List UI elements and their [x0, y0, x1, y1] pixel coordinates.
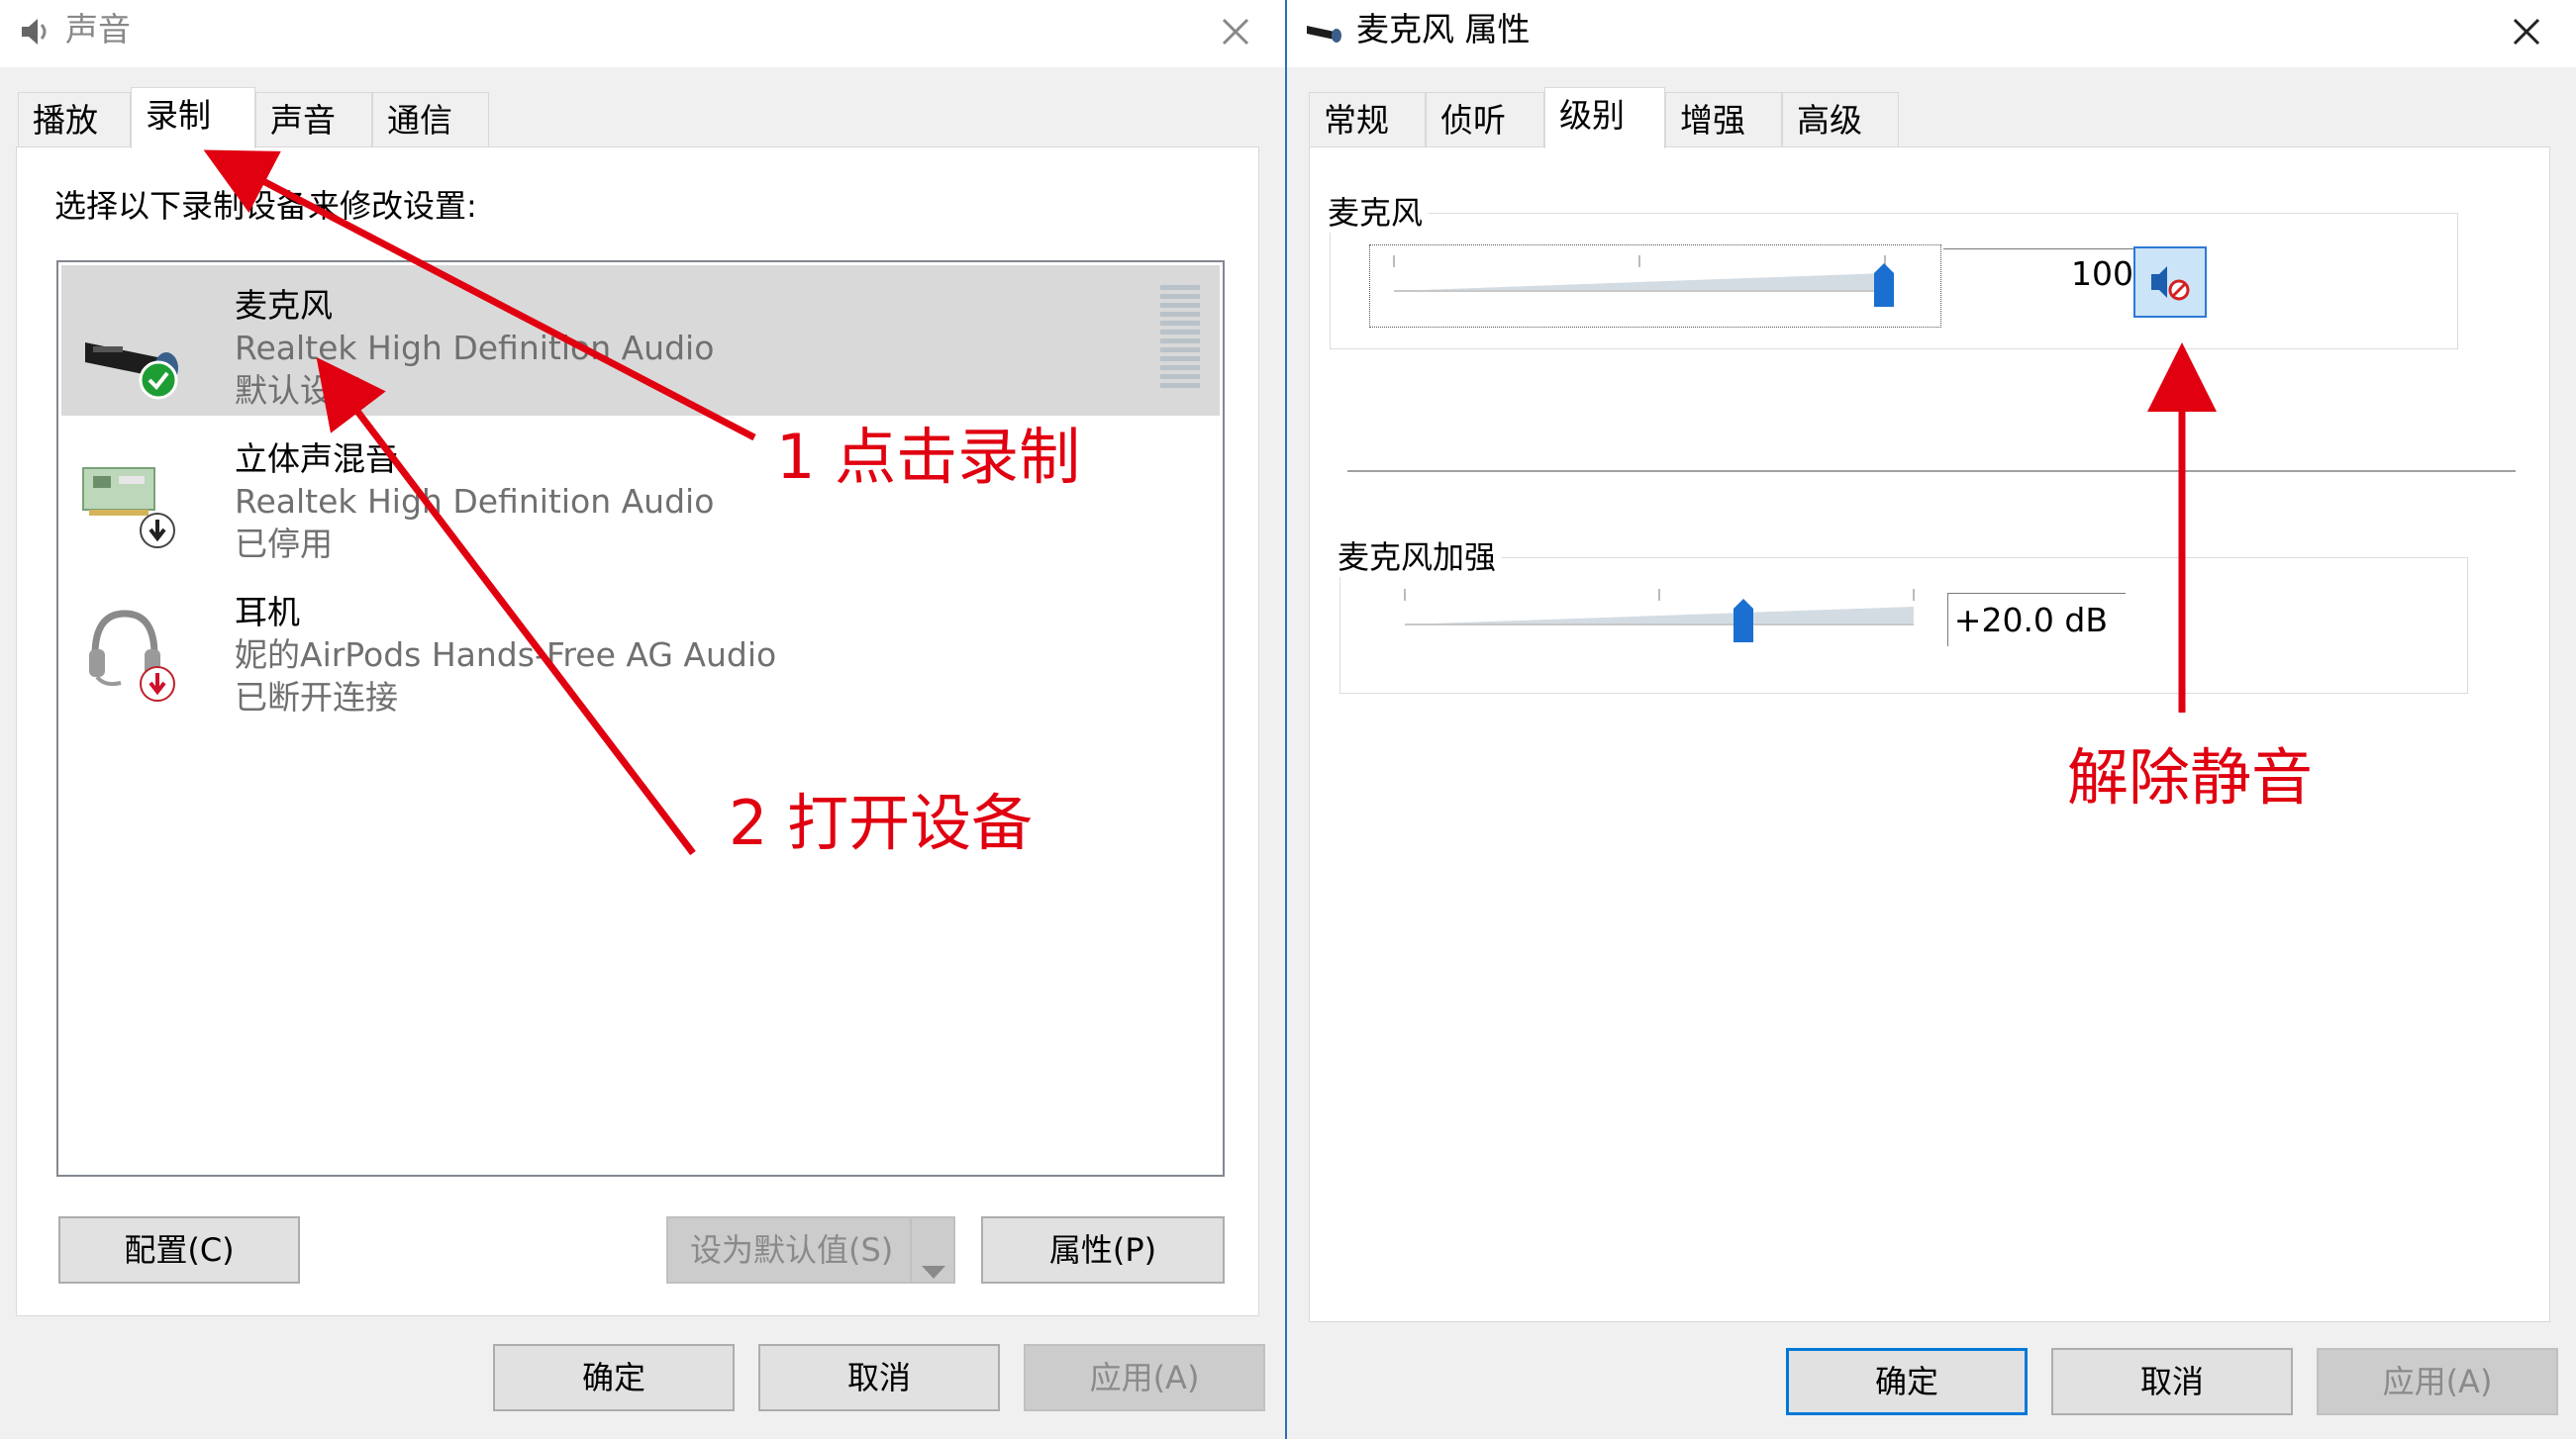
tab-levels[interactable]: 级别	[1544, 87, 1665, 148]
annotation-step1: 1 点击录制	[776, 421, 1081, 493]
arrow-to-recording-tab	[203, 149, 756, 441]
arrow-to-microphone-device	[316, 356, 696, 856]
annotation-step2: 2 打开设备	[729, 787, 1034, 859]
annotation-unmute: 解除静音	[2067, 741, 2314, 814]
tab-recording[interactable]: 录制	[131, 87, 255, 148]
annotation-arrows	[203, 149, 2217, 856]
